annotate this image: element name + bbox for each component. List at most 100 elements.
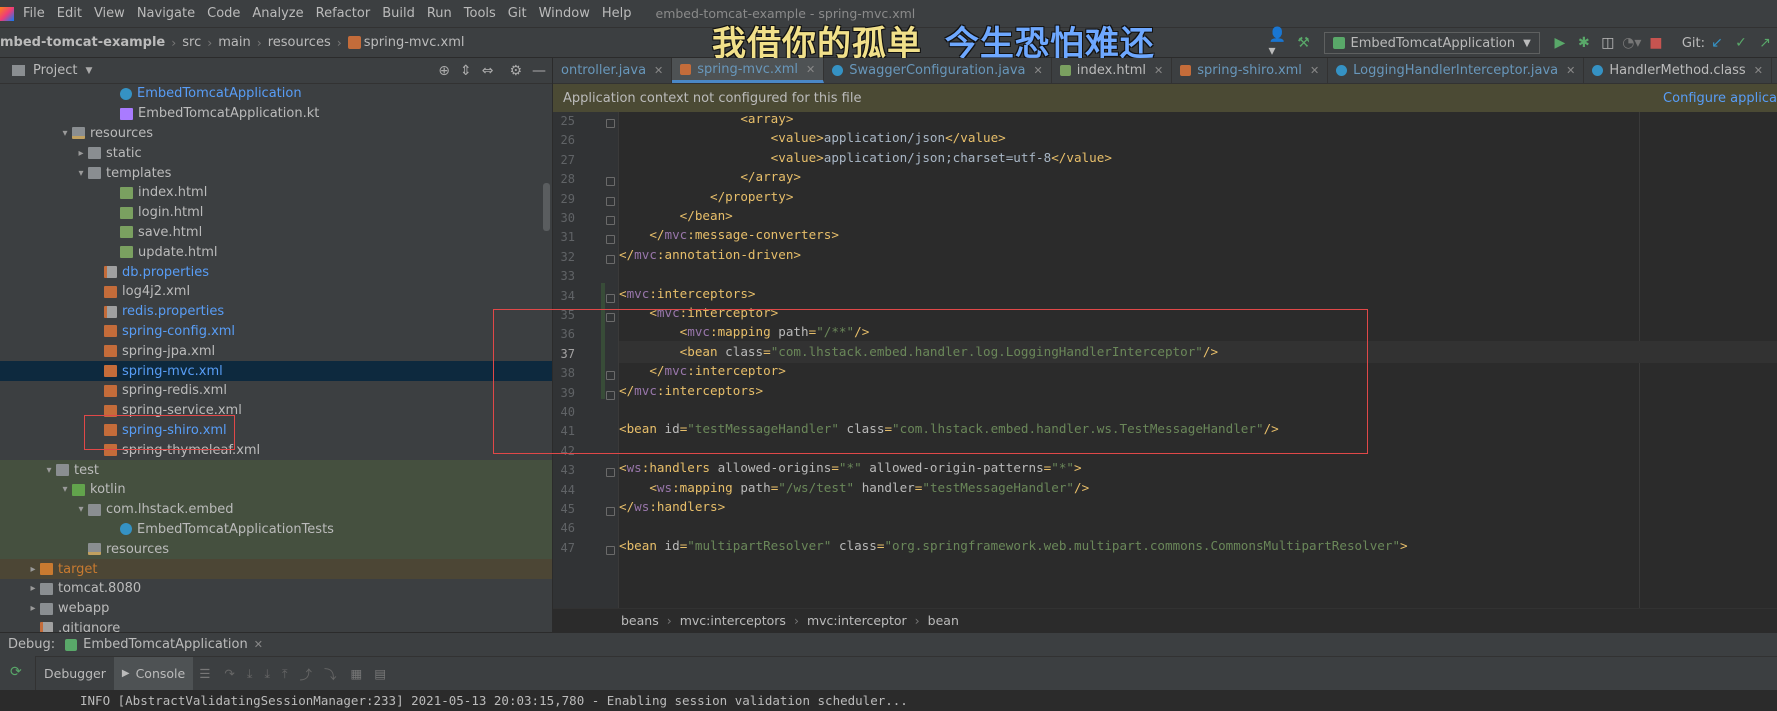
tree-item[interactable]: ▸ webapp — [0, 599, 552, 619]
gear-icon[interactable]: ⚙ — [509, 63, 522, 79]
chevron-right-icon[interactable]: ▸ — [26, 603, 40, 614]
tree-item[interactable]: save.html — [0, 223, 552, 243]
chevron-down-icon[interactable]: ▾ — [58, 128, 72, 139]
debug-bug-icon[interactable]: ✱ — [1573, 32, 1595, 54]
user-icon[interactable]: 👤▾ — [1269, 27, 1291, 59]
fold-marker-icon[interactable] — [606, 507, 615, 516]
xml-breadcrumb-beans[interactable]: beans — [621, 613, 659, 628]
tree-item[interactable]: update.html — [0, 242, 552, 262]
tree-item[interactable]: spring-mvc.xml — [0, 361, 552, 381]
evaluate-icon[interactable]: ▦ — [351, 666, 363, 681]
xml-breadcrumb-interceptor[interactable]: mvc:interceptor — [807, 613, 907, 628]
chevron-down-icon[interactable]: ▾ — [42, 465, 56, 476]
chevron-down-icon[interactable]: ▾ — [74, 168, 88, 179]
tree-item[interactable]: log4j2.xml — [0, 282, 552, 302]
git-commit-icon[interactable]: ✓ — [1730, 32, 1752, 54]
tree-item[interactable]: EmbedTomcatApplication — [0, 84, 552, 104]
close-icon[interactable]: ✕ — [654, 64, 663, 77]
menu-navigate[interactable]: Navigate — [131, 6, 201, 21]
xml-breadcrumb-interceptors[interactable]: mvc:interceptors — [680, 613, 786, 628]
tree-item[interactable]: spring-service.xml — [0, 401, 552, 421]
menu-file[interactable]: File — [17, 6, 51, 21]
editor-tab[interactable]: spring-mvc.xml ✕ — [672, 58, 825, 83]
menu-edit[interactable]: Edit — [51, 6, 88, 21]
menu-view[interactable]: View — [88, 6, 131, 21]
xml-breadcrumb-bean[interactable]: bean — [928, 613, 959, 628]
step-out-icon[interactable]: ⤒ — [282, 666, 288, 682]
tab-console[interactable]: ▶ Console — [113, 656, 194, 691]
step-over-icon[interactable]: ↷ — [224, 666, 234, 681]
breadcrumb-project[interactable]: mbed-tomcat-example — [0, 35, 165, 50]
tree-item[interactable]: resources — [0, 539, 552, 560]
tree-item[interactable]: ▸ tomcat.8080 — [0, 579, 552, 599]
step-into-icon[interactable]: ⤓ — [247, 666, 253, 682]
tree-item[interactable]: ▸ static — [0, 143, 552, 163]
chevron-down-icon[interactable]: ▾ — [74, 504, 88, 515]
menu-refactor[interactable]: Refactor — [310, 6, 377, 21]
run-configuration-select[interactable]: EmbedTomcatApplication ▼ — [1323, 32, 1540, 54]
menu-analyze[interactable]: Analyze — [246, 6, 309, 21]
debug-session-tab[interactable]: EmbedTomcatApplication ✕ — [65, 637, 263, 652]
tree-item[interactable]: ▾ test — [0, 460, 552, 480]
tree-scrollbar[interactable] — [543, 183, 550, 231]
coverage-icon[interactable]: ◫ — [1597, 32, 1619, 54]
chevron-down-icon[interactable]: ▾ — [58, 484, 72, 495]
profile-icon[interactable]: ◔▾ — [1621, 32, 1643, 54]
tree-item[interactable]: .gitignore — [0, 619, 552, 632]
editor-tab[interactable]: spring-shiro.xml ✕ — [1172, 58, 1329, 83]
tree-item[interactable]: index.html — [0, 183, 552, 203]
tree-item[interactable]: ▾ kotlin — [0, 479, 552, 500]
run-icon[interactable]: ▶ — [1549, 32, 1571, 54]
editor-tab[interactable]: HandlerMethod.class ✕ — [1584, 58, 1772, 83]
close-icon[interactable]: ✕ — [1566, 64, 1575, 77]
editor-tab[interactable]: index.html ✕ — [1052, 58, 1173, 83]
menu-help[interactable]: Help — [596, 6, 638, 21]
chevron-down-icon[interactable]: ▼ — [85, 66, 92, 76]
tree-item[interactable]: login.html — [0, 203, 552, 223]
menu-build[interactable]: Build — [376, 6, 421, 21]
tree-item[interactable]: ▾ com.lhstack.embed — [0, 499, 552, 520]
menu-run[interactable]: Run — [421, 6, 458, 21]
tree-item[interactable]: ▸ target — [0, 559, 552, 579]
editor-tab[interactable]: SwaggerConfiguration.java ✕ — [824, 58, 1052, 83]
tree-item[interactable]: ▾ resources — [0, 124, 552, 144]
close-icon[interactable]: ✕ — [1154, 64, 1163, 77]
tree-item[interactable]: spring-config.xml — [0, 322, 552, 342]
editor-tab[interactable]: ontroller.java ✕ — [553, 58, 673, 83]
fold-marker-icon[interactable] — [606, 119, 615, 128]
git-push-icon[interactable]: ↗ — [1754, 32, 1776, 54]
close-icon[interactable]: ✕ — [1034, 64, 1043, 77]
breadcrumb-src[interactable]: src — [182, 35, 201, 50]
breadcrumb-file[interactable]: spring-mvc.xml — [364, 35, 465, 50]
tree-item[interactable]: spring-shiro.xml — [0, 421, 552, 441]
menu-code[interactable]: Code — [201, 6, 246, 21]
close-icon[interactable]: ✕ — [806, 63, 815, 76]
stop-icon[interactable]: ■ — [1645, 32, 1667, 54]
fold-marker-icon[interactable] — [606, 177, 615, 187]
tree-item[interactable]: spring-redis.xml — [0, 381, 552, 401]
project-view-selector[interactable]: Project — [33, 63, 77, 78]
drop-frame-icon[interactable]: ⤴ — [300, 664, 313, 683]
rerun-icon[interactable]: ⟳ — [10, 664, 22, 680]
fold-marker-icon[interactable] — [606, 196, 615, 206]
menu-tools[interactable]: Tools — [458, 6, 502, 21]
fold-marker-icon[interactable] — [606, 468, 615, 478]
force-step-into-icon[interactable]: ⤓ — [264, 666, 270, 682]
build-hammer-icon[interactable]: ⚒ — [1293, 32, 1315, 54]
tree-item[interactable]: spring-jpa.xml — [0, 341, 552, 361]
chevron-right-icon[interactable]: ▸ — [26, 583, 40, 594]
tree-item[interactable]: ▾ templates — [0, 163, 552, 183]
chevron-right-icon[interactable]: ▸ — [74, 148, 88, 159]
chevron-right-icon[interactable]: ▸ — [26, 564, 40, 575]
tree-item[interactable]: spring-thymeleaf.xml — [0, 440, 552, 460]
git-update-icon[interactable]: ↙ — [1706, 32, 1728, 54]
menu-git[interactable]: Git — [502, 6, 533, 21]
minimize-icon[interactable]: — — [532, 63, 546, 79]
fold-marker-icon[interactable] — [606, 235, 615, 245]
editor-tab[interactable]: MethodParam — [1772, 58, 1777, 83]
fold-marker-icon[interactable] — [606, 216, 615, 225]
close-icon[interactable]: ✕ — [1754, 64, 1763, 77]
expand-all-icon[interactable]: ⇕ — [460, 63, 472, 79]
tree-item[interactable]: EmbedTomcatApplicationTests — [0, 519, 552, 540]
menu-lines-icon[interactable]: ☰ — [199, 666, 210, 681]
